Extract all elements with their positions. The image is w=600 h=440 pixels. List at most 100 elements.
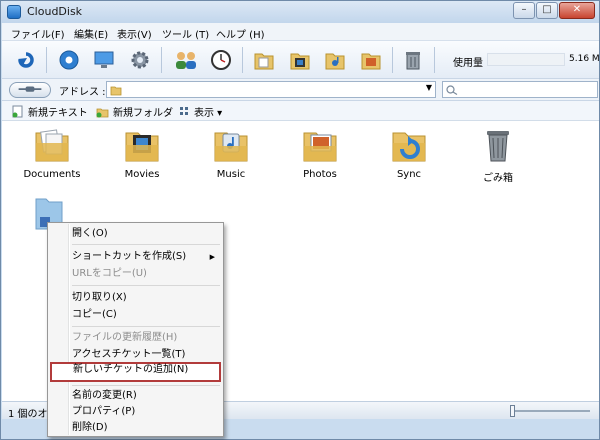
ctx-create-shortcut[interactable]: ショートカットを作成(S) ▶ <box>50 249 221 265</box>
ctx-copy-url: URLをコピー(U) <box>50 266 221 282</box>
window-title: CloudDisk <box>27 5 83 18</box>
maximize-button[interactable]: □ <box>536 2 558 19</box>
status-text: 1 個のオ <box>8 409 48 420</box>
title-bar: CloudDisk – □ ✕ <box>1 1 599 23</box>
file-label: Documents <box>23 169 81 180</box>
clock-icon[interactable] <box>210 49 232 71</box>
file-item-documents[interactable]: Documents <box>17 125 87 180</box>
address-dropdown-icon[interactable]: ▼ <box>426 83 432 92</box>
minimize-button[interactable]: – <box>513 2 535 19</box>
ctx-label: 新しいチケットの追加(N) <box>73 364 189 375</box>
back-forward-button[interactable] <box>9 82 51 98</box>
menu-bar: ファイル(F) 編集(E) 表示(V) ツール (T) ヘルプ (H) <box>2 23 599 41</box>
toolbar: 使用量 5.16 M <box>2 41 600 79</box>
toolbar-separator <box>392 47 393 73</box>
sync-folder-icon <box>392 132 426 162</box>
back-forward-arrows-icon <box>18 86 42 92</box>
toolbar-separator <box>434 47 435 73</box>
menu-edit[interactable]: 編集(E) <box>74 26 108 41</box>
zoom-slider-thumb[interactable] <box>510 405 515 417</box>
ctx-label: 切り取り(X) <box>72 292 127 303</box>
trash-icon[interactable] <box>402 49 424 71</box>
file-item-sync[interactable]: Sync <box>374 125 444 180</box>
music-folder-icon[interactable] <box>324 49 346 71</box>
ctx-label: URLをコピー(U) <box>72 268 147 279</box>
documents-folder-icon <box>35 129 69 162</box>
gear-icon[interactable] <box>129 49 151 71</box>
menu-help[interactable]: ヘルプ (H) <box>216 26 265 41</box>
users-icon[interactable] <box>173 49 199 71</box>
recycle-bin-icon <box>487 131 509 162</box>
file-item-photos[interactable]: Photos <box>285 125 355 180</box>
file-label: Music <box>216 169 246 180</box>
ctx-label: プロパティ(P) <box>72 406 136 417</box>
address-bar: アドレス : ▼ <box>2 79 599 101</box>
ctx-open[interactable]: 開く(O) <box>50 226 221 242</box>
settings-circle-icon[interactable] <box>58 49 80 71</box>
toolbar-separator <box>242 47 243 73</box>
ctx-separator <box>72 326 220 327</box>
submenu-arrow-icon: ▶ <box>209 253 215 261</box>
toolbar-separator <box>161 47 162 73</box>
usage-bar <box>487 53 565 66</box>
ctx-delete[interactable]: 削除(D) <box>50 420 221 436</box>
toolbar-separator <box>46 47 47 73</box>
ctx-label: ファイルの更新履歴(H) <box>72 332 178 343</box>
ctx-label: 削除(D) <box>72 422 108 433</box>
view-button[interactable]: 表示 ▾ <box>179 104 222 119</box>
file-label: Movies <box>124 169 160 180</box>
file-item-music[interactable]: Music <box>196 125 266 180</box>
file-label: ごみ箱 <box>483 173 513 184</box>
doc-folder-icon[interactable] <box>253 49 275 71</box>
folder-icon <box>110 86 122 96</box>
film-folder-icon[interactable] <box>289 49 311 71</box>
action-bar: 新規テキスト 新規フォルダ 表示 ▾ <box>2 101 599 121</box>
context-menu: 開く(O) ショートカットを作成(S) ▶ URLをコピー(U) 切り取り(X) … <box>47 222 224 437</box>
new-folder-icon <box>96 108 109 117</box>
address-label: アドレス : <box>59 87 106 98</box>
zoom-slider[interactable] <box>510 405 590 417</box>
clouddisk-app-icon <box>7 5 21 19</box>
monitor-icon[interactable] <box>93 49 115 71</box>
photo-folder-icon[interactable] <box>360 49 382 71</box>
ctx-separator <box>72 285 220 286</box>
ctx-separator <box>72 244 220 245</box>
ctx-label: アクセスチケット一覧(T) <box>72 349 186 360</box>
ctx-cut[interactable]: 切り取り(X) <box>50 290 221 306</box>
photos-folder-icon <box>303 132 337 162</box>
view-grid-icon <box>180 107 188 115</box>
refresh-icon[interactable] <box>15 49 37 71</box>
address-input[interactable]: ▼ <box>106 81 436 98</box>
usage-value: 5.16 M <box>569 54 600 64</box>
ctx-label: ショートカットを作成(S) <box>72 251 187 262</box>
music-folder-icon <box>214 132 248 162</box>
search-icon <box>446 85 458 95</box>
ctx-file-history: ファイルの更新履歴(H) <box>50 330 221 346</box>
file-label: Photos <box>303 169 337 180</box>
new-text-button[interactable]: 新規テキスト <box>12 104 88 119</box>
view-label: 表示 ▾ <box>194 108 223 119</box>
ctx-access-ticket-list[interactable]: アクセスチケット一覧(T) <box>50 347 221 363</box>
menu-view[interactable]: 表示(V) <box>117 26 152 41</box>
ctx-copy[interactable]: コピー(C) <box>50 307 221 323</box>
menu-file[interactable]: ファイル(F) <box>11 26 65 41</box>
ctx-rename[interactable]: 名前の変更(R) <box>50 388 221 404</box>
new-folder-label: 新規フォルダ <box>113 108 173 119</box>
ctx-separator <box>72 385 220 386</box>
file-item-movies[interactable]: Movies <box>107 125 177 180</box>
menu-tools[interactable]: ツール (T) <box>162 26 209 41</box>
ctx-label: コピー(C) <box>72 309 117 320</box>
ctx-label: 名前の変更(R) <box>72 390 137 401</box>
ctx-properties[interactable]: プロパティ(P) <box>50 404 221 420</box>
ctx-label: 開く(O) <box>72 228 108 239</box>
file-label: Sync <box>396 169 422 180</box>
ctx-add-new-ticket[interactable]: 新しいチケットの追加(N) <box>50 362 221 382</box>
usage-label: 使用量 <box>453 58 483 69</box>
movies-folder-icon <box>125 132 159 162</box>
new-folder-button[interactable]: 新規フォルダ <box>96 104 173 119</box>
new-text-label: 新規テキスト <box>28 108 88 119</box>
close-button[interactable]: ✕ <box>559 2 595 19</box>
new-text-icon <box>12 105 23 118</box>
file-item-recycle-bin[interactable]: ごみ箱 <box>463 125 533 184</box>
search-input[interactable] <box>442 81 598 98</box>
